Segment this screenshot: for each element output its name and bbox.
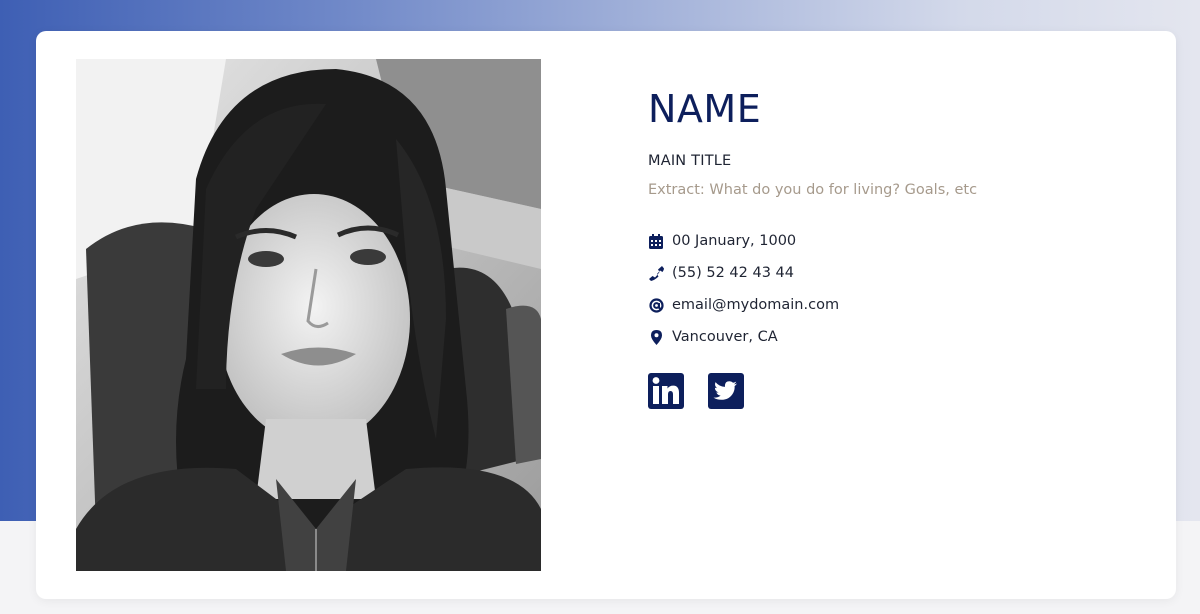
phone-icon [648, 265, 664, 281]
contact-details: 00 January, 1000 (55) 52 42 43 44 email@… [648, 225, 1148, 353]
twitter-icon[interactable] [708, 373, 744, 409]
detail-location: Vancouver, CA [648, 321, 1148, 353]
social-links [648, 373, 1148, 409]
profile-photo [76, 59, 541, 571]
map-pin-icon [648, 329, 664, 345]
email-link[interactable]: email@mydomain.com [672, 297, 839, 313]
profile-card: NAME MAIN TITLE Extract: What do you do … [36, 31, 1176, 599]
detail-email: email@mydomain.com [648, 289, 1148, 321]
detail-phone: (55) 52 42 43 44 [648, 257, 1148, 289]
detail-birthdate: 00 January, 1000 [648, 225, 1148, 257]
profile-name: NAME [648, 87, 762, 131]
profile-info: NAME MAIN TITLE Extract: What do you do … [648, 87, 1148, 409]
detail-location-text: Vancouver, CA [672, 329, 778, 345]
calendar-icon [648, 233, 664, 249]
linkedin-icon[interactable] [648, 373, 684, 409]
at-sign-icon [648, 297, 664, 313]
profile-extract: Extract: What do you do for living? Goal… [648, 182, 978, 198]
detail-phone-text: (55) 52 42 43 44 [672, 265, 795, 281]
profile-main-title: MAIN TITLE [648, 153, 732, 169]
detail-birthdate-text: 00 January, 1000 [672, 233, 797, 249]
